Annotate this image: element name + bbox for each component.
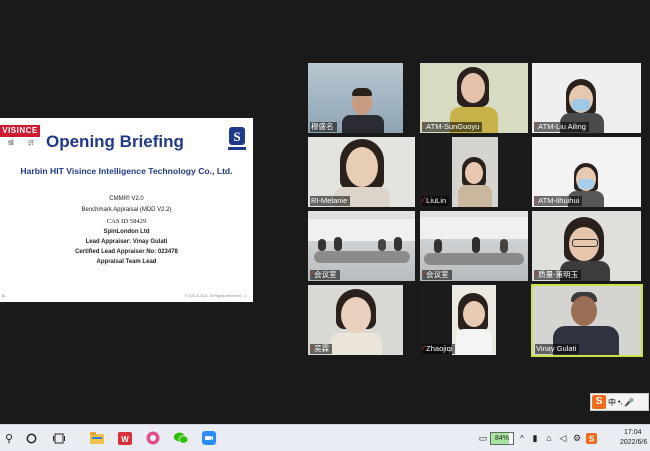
- muted-mic-icon: ⁄: [311, 271, 313, 278]
- muted-mic-icon: ⁄: [535, 197, 537, 204]
- ime-mode[interactable]: 中: [608, 397, 616, 408]
- clock-date[interactable]: 2022/6/6: [620, 439, 647, 446]
- participant-name: Zhaojiqi: [426, 344, 453, 353]
- participant-name: LiuLin: [426, 196, 447, 205]
- video-tile[interactable]: ⁄ LiuLin: [420, 137, 528, 207]
- muted-mic-icon: ⁄: [423, 345, 425, 352]
- sogou-tray-icon[interactable]: S: [584, 431, 598, 445]
- slide-line-org: SpinLondon Ltd: [103, 229, 150, 235]
- touchpad-icon[interactable]: ▭: [476, 431, 490, 445]
- participant-label: ⁄ ATM-lihuihui: [534, 196, 583, 206]
- battery-percent: 84%: [494, 435, 509, 442]
- mic-icon[interactable]: 🎤: [624, 398, 634, 407]
- slide-footmark: A: [2, 293, 5, 298]
- zoom-icon[interactable]: [202, 431, 216, 445]
- participant-label: Vinay Gulati: [535, 344, 580, 354]
- muted-mic-icon: ⁄: [423, 197, 425, 204]
- network-icon[interactable]: ⌂: [542, 431, 556, 445]
- slide-line-team: Appraisal Team Lead: [96, 259, 157, 265]
- video-tile[interactable]: ⁄ ATM-Liu Ailing: [532, 63, 641, 133]
- participant-label: 穆盛名: [310, 122, 337, 132]
- slide-line-cas: CAS ID 58429: [106, 218, 147, 225]
- file-explorer-icon[interactable]: [90, 431, 104, 445]
- muted-mic-icon: ⁄: [535, 123, 537, 130]
- participant-label: ⁄ 质量-董明玉: [534, 270, 582, 280]
- company-logo-sub: 维 识: [8, 141, 40, 147]
- svg-text:W: W: [121, 435, 129, 444]
- sogou-icon[interactable]: S: [592, 395, 606, 409]
- slide-title: Opening Briefing: [46, 132, 184, 151]
- video-tile[interactable]: ⁄ 会议室: [308, 211, 415, 281]
- task-view-icon[interactable]: [52, 431, 66, 445]
- punctuation-icon[interactable]: •,: [618, 399, 622, 406]
- participant-label: ⁄ ATM-SunGuoyu: [422, 122, 483, 132]
- muted-mic-icon: ⁄: [311, 345, 313, 352]
- participant-label: ⁄ ATM-Liu Ailing: [534, 122, 589, 132]
- video-tile[interactable]: 穆盛名: [308, 63, 403, 133]
- video-tile[interactable]: ⁄ 吴霖: [308, 285, 403, 355]
- video-tile[interactable]: ⁄ Zhaojiqi: [420, 285, 528, 355]
- active-speaker-tile[interactable]: Vinay Gulati: [531, 284, 643, 357]
- meeting-window: VISINCE 维 识 Opening Briefing S Harbin HI…: [0, 0, 650, 424]
- slide-line-benchmark: Benchmark Appraisal (MDD V2.2): [81, 207, 172, 213]
- wps-icon[interactable]: W: [118, 431, 132, 445]
- slide-company: Harbin HIT Visince Intelligence Technolo…: [20, 166, 233, 176]
- shared-slide: VISINCE 维 识 Opening Briefing S Harbin HI…: [0, 118, 253, 302]
- wechat-icon[interactable]: [174, 431, 188, 445]
- participant-name: 会议室: [426, 270, 449, 279]
- muted-mic-icon: ⁄: [423, 271, 425, 278]
- slide-line-cert: Certified Lead Appraiser No: 023478: [75, 249, 178, 255]
- slide-line-lead: Lead Appraiser: Vinay Gulati: [85, 239, 168, 245]
- settings-tray-icon[interactable]: ⚙: [570, 431, 584, 445]
- video-tile[interactable]: ⁄ ATM-SunGuoyu: [420, 63, 528, 133]
- company-logo: VISINCE: [0, 125, 40, 137]
- svg-text:S: S: [233, 129, 240, 144]
- battery-indicator[interactable]: 84%: [490, 432, 514, 445]
- ime-toolbar[interactable]: S 中 •, 🎤: [590, 393, 649, 411]
- search-icon[interactable]: ⚲: [2, 431, 16, 445]
- spin-logo-icon: S: [228, 127, 246, 150]
- participant-label: ⁄ 会议室: [310, 270, 340, 280]
- slide-line-cmmi: CMMI® V2.0: [109, 196, 144, 202]
- video-tile[interactable]: RI-Melanie: [308, 137, 415, 207]
- muted-mic-icon: ⁄: [423, 123, 425, 130]
- participant-name: 质量-董明玉: [538, 270, 579, 279]
- volume-icon[interactable]: ◁: [556, 431, 570, 445]
- participant-name: 穆盛名: [311, 122, 334, 131]
- participant-name: ATM-lihuihui: [538, 196, 580, 205]
- participant-name: ATM-SunGuoyu: [426, 122, 480, 131]
- browser-icon[interactable]: [146, 431, 160, 445]
- video-tile[interactable]: ⁄ 质量-董明玉: [532, 211, 641, 281]
- taskbar: ⚲ W ▭ 84% ^ ▮ ⌂ ◁ ⚙ S 17:04 2022/6/6: [0, 424, 650, 451]
- slide-footer: © ISACA 2021. All Rights Reserved. | 1: [184, 294, 247, 298]
- participant-name: RI-Melanie: [311, 196, 348, 205]
- video-tile[interactable]: ⁄ 会议室: [420, 211, 528, 281]
- svg-text:S: S: [588, 434, 594, 443]
- participant-label: ⁄ LiuLin: [422, 196, 450, 206]
- participant-name: Vinay Gulati: [536, 344, 577, 353]
- battery-icon[interactable]: ▮: [528, 431, 542, 445]
- participant-name: ATM-Liu Ailing: [538, 122, 586, 131]
- clock-time[interactable]: 17:04: [624, 429, 642, 436]
- muted-mic-icon: ⁄: [535, 271, 537, 278]
- participant-name: 会议室: [314, 270, 337, 279]
- cortana-icon[interactable]: [24, 431, 38, 445]
- participant-name: 吴霖: [314, 344, 330, 353]
- video-tile[interactable]: ⁄ ATM-lihuihui: [532, 137, 641, 207]
- participant-label: RI-Melanie: [310, 196, 351, 206]
- participant-label: ⁄ 会议室: [422, 270, 452, 280]
- chevron-up-icon[interactable]: ^: [515, 431, 529, 445]
- participant-label: ⁄ Zhaojiqi: [422, 344, 456, 354]
- participant-label: ⁄ 吴霖: [310, 344, 333, 354]
